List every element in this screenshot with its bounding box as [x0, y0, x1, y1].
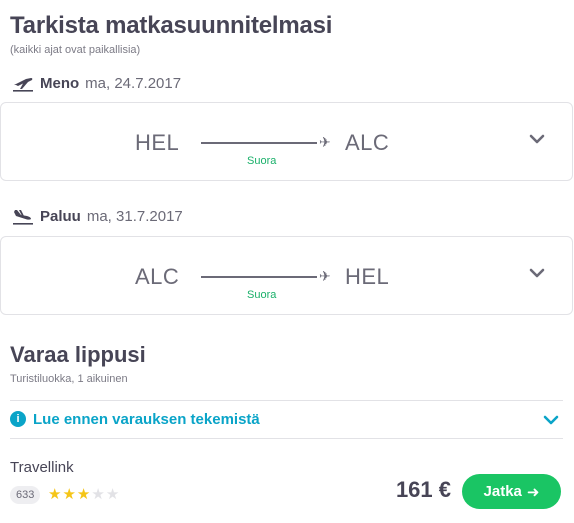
airplane-takeoff-icon: [12, 74, 34, 92]
chevron-down-icon[interactable]: [528, 266, 546, 280]
booking-notice-label: Lue ennen varauksen tekemistä: [33, 410, 260, 428]
return-to: HEL: [345, 264, 390, 289]
return-header: Paluu ma, 31.7.2017: [12, 207, 183, 225]
outbound-card[interactable]: HEL ✈ Suora ALC: [0, 102, 573, 181]
star-empty-icon: ★: [105, 486, 120, 503]
route-line: [201, 276, 317, 278]
return-direction: Paluu: [40, 207, 81, 225]
booking-notice[interactable]: i Lue ennen varauksen tekemistä: [10, 404, 563, 434]
continue-button[interactable]: Jatka ➜: [462, 474, 561, 509]
airplane-icon: ✈: [319, 268, 331, 284]
airplane-icon: ✈: [319, 134, 331, 150]
route-line: [201, 142, 317, 144]
chevron-down-icon[interactable]: [543, 413, 559, 425]
star-empty-icon: ★: [91, 486, 105, 503]
arrow-right-icon: ➜: [526, 483, 540, 501]
outbound-from: HEL: [135, 130, 180, 155]
return-from: ALC: [135, 264, 180, 289]
return-date: ma, 31.7.2017: [86, 207, 183, 225]
info-icon: i: [10, 411, 26, 427]
airplane-landing-icon: [12, 207, 34, 225]
booking-title: Varaa lippusi: [10, 342, 146, 367]
outbound-to: ALC: [345, 130, 390, 155]
star-filled-icon: ★: [48, 486, 62, 503]
booking-subtitle: Turistiluokka, 1 aikuinen: [10, 373, 128, 385]
provider-name: Travellink: [10, 459, 74, 476]
price: 161 €: [395, 477, 451, 502]
review-count-badge[interactable]: 633: [10, 486, 41, 504]
page-title: Tarkista matkasuunnitelmasi: [10, 12, 333, 39]
outbound-direction: Meno: [40, 74, 80, 92]
page-subtitle: (kaikki ajat ovat paikallisia): [10, 44, 141, 56]
outbound-header: Meno ma, 24.7.2017: [12, 74, 181, 92]
divider: [10, 438, 563, 439]
star-rating: ★ ★ ★ ★ ★: [48, 485, 120, 503]
return-stops: Suora: [247, 289, 277, 301]
outbound-date: ma, 24.7.2017: [85, 74, 182, 92]
continue-button-label: Jatka: [483, 483, 522, 500]
divider: [10, 400, 563, 401]
chevron-down-icon[interactable]: [528, 132, 546, 146]
star-filled-icon: ★: [76, 486, 91, 503]
star-filled-icon: ★: [62, 486, 76, 503]
outbound-stops: Suora: [247, 155, 277, 167]
return-card[interactable]: ALC ✈ Suora HEL: [0, 236, 573, 315]
